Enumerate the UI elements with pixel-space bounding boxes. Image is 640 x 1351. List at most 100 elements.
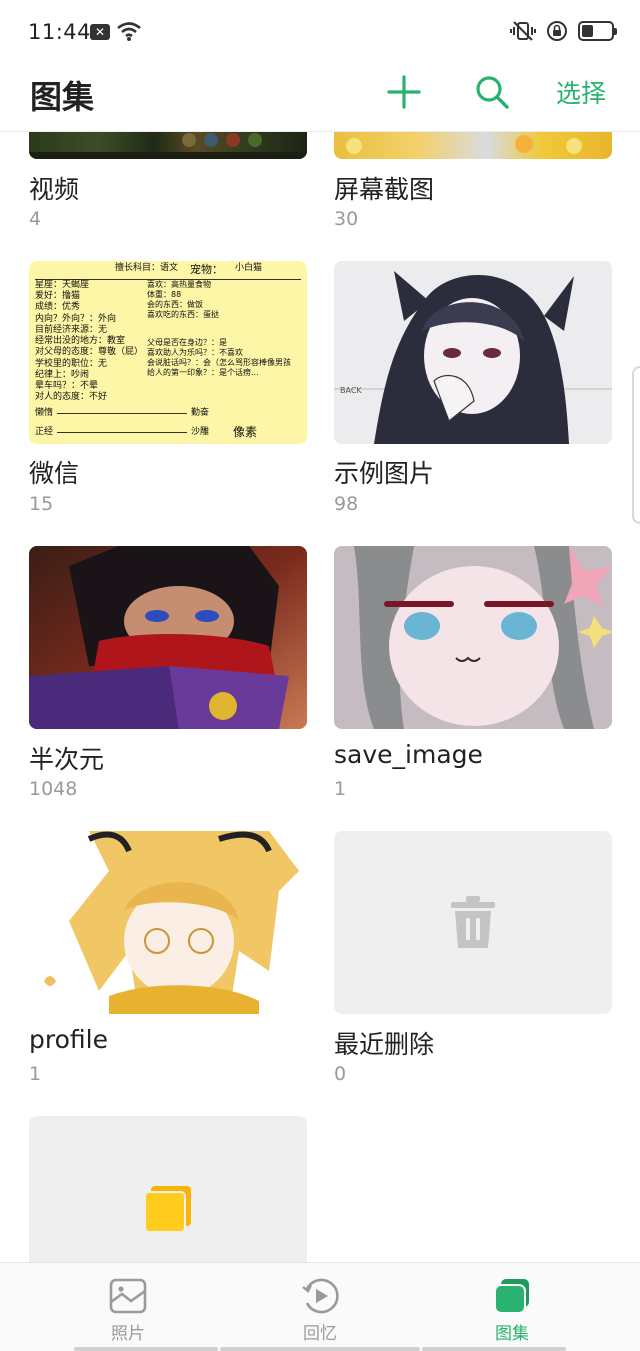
nav-label: 回忆 <box>303 1324 337 1344</box>
wechat-scale-left: 懒惰 <box>35 407 54 418</box>
wechat-line: 给人的第一印象？：是个话痨... <box>147 367 259 377</box>
album-thumbnail <box>29 831 307 1014</box>
wechat-line: 目前经济来源：无 <box>35 324 108 335</box>
album-thumbnail <box>334 546 612 729</box>
notification-icon: ✕ <box>90 24 110 40</box>
wechat-line: 会的东西：做饭 <box>147 299 203 309</box>
album-thumbnail: BACK <box>334 261 612 444</box>
wechat-line: 父母是否在身边？：是 <box>147 337 227 347</box>
album-name: 最近删除 <box>334 1030 435 1059</box>
album-count: 98 <box>334 493 359 515</box>
search-icon <box>476 76 509 109</box>
nav-label: 图集 <box>495 1324 529 1344</box>
album-count: 4 <box>29 208 42 230</box>
album-name: 微信 <box>29 459 80 488</box>
album-name: profile <box>29 1025 108 1054</box>
nav-label: 照片 <box>111 1324 145 1344</box>
album-thumbnail <box>29 132 307 159</box>
album-videos[interactable]: 视频 4 <box>29 132 307 232</box>
search-button[interactable] <box>472 70 512 114</box>
album-name: 屏幕截图 <box>334 175 435 204</box>
wifi-icon <box>117 22 141 41</box>
wechat-line: 体重：88 <box>147 289 182 299</box>
photo-icon <box>109 1278 147 1314</box>
nav-indicator <box>422 1347 566 1351</box>
nav-indicator <box>74 1347 218 1351</box>
album-thumbnail <box>29 546 307 729</box>
wechat-line: 喜欢助人为乐吗？：不喜欢 <box>147 347 243 357</box>
albums-icon <box>494 1279 529 1314</box>
nav-albums[interactable]: 图集 <box>462 1263 562 1347</box>
anime-blonde-art <box>29 831 307 1014</box>
nav-memories[interactable]: 回忆 <box>270 1263 370 1347</box>
wechat-line: 喜欢：高热量食物 <box>147 279 211 289</box>
album-thumbnail <box>334 831 612 1014</box>
album-name: 视频 <box>29 175 80 204</box>
back-label: BACK <box>340 386 362 395</box>
album-bcy[interactable]: 半次元 1048 <box>29 546 307 806</box>
trash-icon <box>451 895 495 948</box>
wechat-scale-left: 正经 <box>35 426 54 437</box>
wechat-line: 经常出没的地方：教室 <box>35 336 126 346</box>
anime-reading-art <box>29 546 307 729</box>
album-count: 0 <box>334 1063 347 1085</box>
wechat-line: 成绩：优秀 <box>35 302 81 313</box>
select-button[interactable]: 选择 <box>556 70 606 114</box>
album-thumbnail: 擅长科目：语文 宠物： 小白猫 星座：天蝎座 爱好：撸猫 成绩：优秀 内向？外向… <box>29 261 307 444</box>
wechat-header-left: 擅长科目：语文 <box>115 263 179 273</box>
memories-play-icon <box>302 1278 339 1314</box>
side-drawer-handle[interactable] <box>632 366 640 524</box>
battery-icon <box>578 21 617 41</box>
nav-photos[interactable]: 照片 <box>78 1263 178 1347</box>
album-count: 1 <box>334 778 347 800</box>
nav-indicator <box>220 1347 420 1351</box>
wechat-line: 学校里的职位：无 <box>35 358 108 369</box>
wechat-line: 会说脏话吗？：会（怎么骂形容棒像男孩 <box>147 357 291 367</box>
wechat-header-right-value: 小白猫 <box>235 263 263 273</box>
album-name: 半次元 <box>29 745 105 774</box>
battery-level <box>582 25 593 37</box>
album-save-image[interactable]: save_image 1 <box>334 546 612 806</box>
album-profile[interactable]: profile 1 <box>29 831 307 1091</box>
album-count: 1 <box>29 1063 42 1085</box>
wechat-line: 晕车吗？：不晕 <box>35 381 99 391</box>
wechat-scale-right: 勤奋 <box>191 407 210 418</box>
app-header: 图集 选择 <box>0 64 640 132</box>
wechat-line: 对人的态度：不好 <box>35 392 108 403</box>
bottom-nav: 照片 回忆 图集 <box>0 1262 640 1351</box>
album-thumbnail <box>29 1116 307 1262</box>
wechat-line: 内向？外向？：外向 <box>35 313 117 324</box>
wechat-header-right: 宠物： <box>190 263 224 276</box>
wechat-line: 纪律上：吵闹 <box>35 369 90 380</box>
wechat-line: 对父母的态度：尊敬（屁） <box>35 347 144 358</box>
page-title: 图集 <box>30 78 95 116</box>
album-count: 30 <box>334 208 359 230</box>
album-count: 15 <box>29 493 54 515</box>
album-sample-pictures[interactable]: BACK 示例图片 98 <box>334 261 612 521</box>
wechat-line: 星座：天蝎座 <box>35 279 90 290</box>
add-album-button[interactable] <box>384 70 424 114</box>
album-wechat[interactable]: 擅长科目：语文 宠物： 小白猫 星座：天蝎座 爱好：撸猫 成绩：优秀 内向？外向… <box>29 261 307 521</box>
rotation-lock-icon <box>547 21 567 41</box>
wechat-line: 爱好：撸猫 <box>35 291 81 301</box>
emoji-art <box>346 135 582 154</box>
wechat-line: 喜欢吃的东西：蛋挞 <box>147 309 219 319</box>
status-bar: 11:44 ✕ <box>0 0 640 64</box>
album-recently-deleted[interactable]: 最近删除 0 <box>334 831 612 1091</box>
plus-icon <box>387 75 421 109</box>
album-name: 示例图片 <box>334 459 435 488</box>
anime-girl-art <box>334 546 612 729</box>
folder-stack-icon <box>144 1186 191 1233</box>
wechat-scale-right: 沙雕 <box>191 426 210 437</box>
album-count: 1048 <box>29 778 78 800</box>
status-time: 11:44 <box>28 20 92 44</box>
anime-portrait-art: BACK <box>334 261 612 444</box>
wechat-footer: 像素 <box>233 424 258 439</box>
game-scene-art <box>29 133 307 159</box>
vibrate-mute-icon <box>510 21 536 41</box>
album-grid: 视频 4 屏幕截图 30 擅长科目：语文 宠物： 小白猫 星座：天蝎座 爱好：撸… <box>0 132 640 1262</box>
album-thumbnail <box>334 132 612 159</box>
album-screenshots[interactable]: 屏幕截图 30 <box>334 132 612 232</box>
album-other[interactable] <box>29 1116 307 1262</box>
album-name: save_image <box>334 740 483 769</box>
